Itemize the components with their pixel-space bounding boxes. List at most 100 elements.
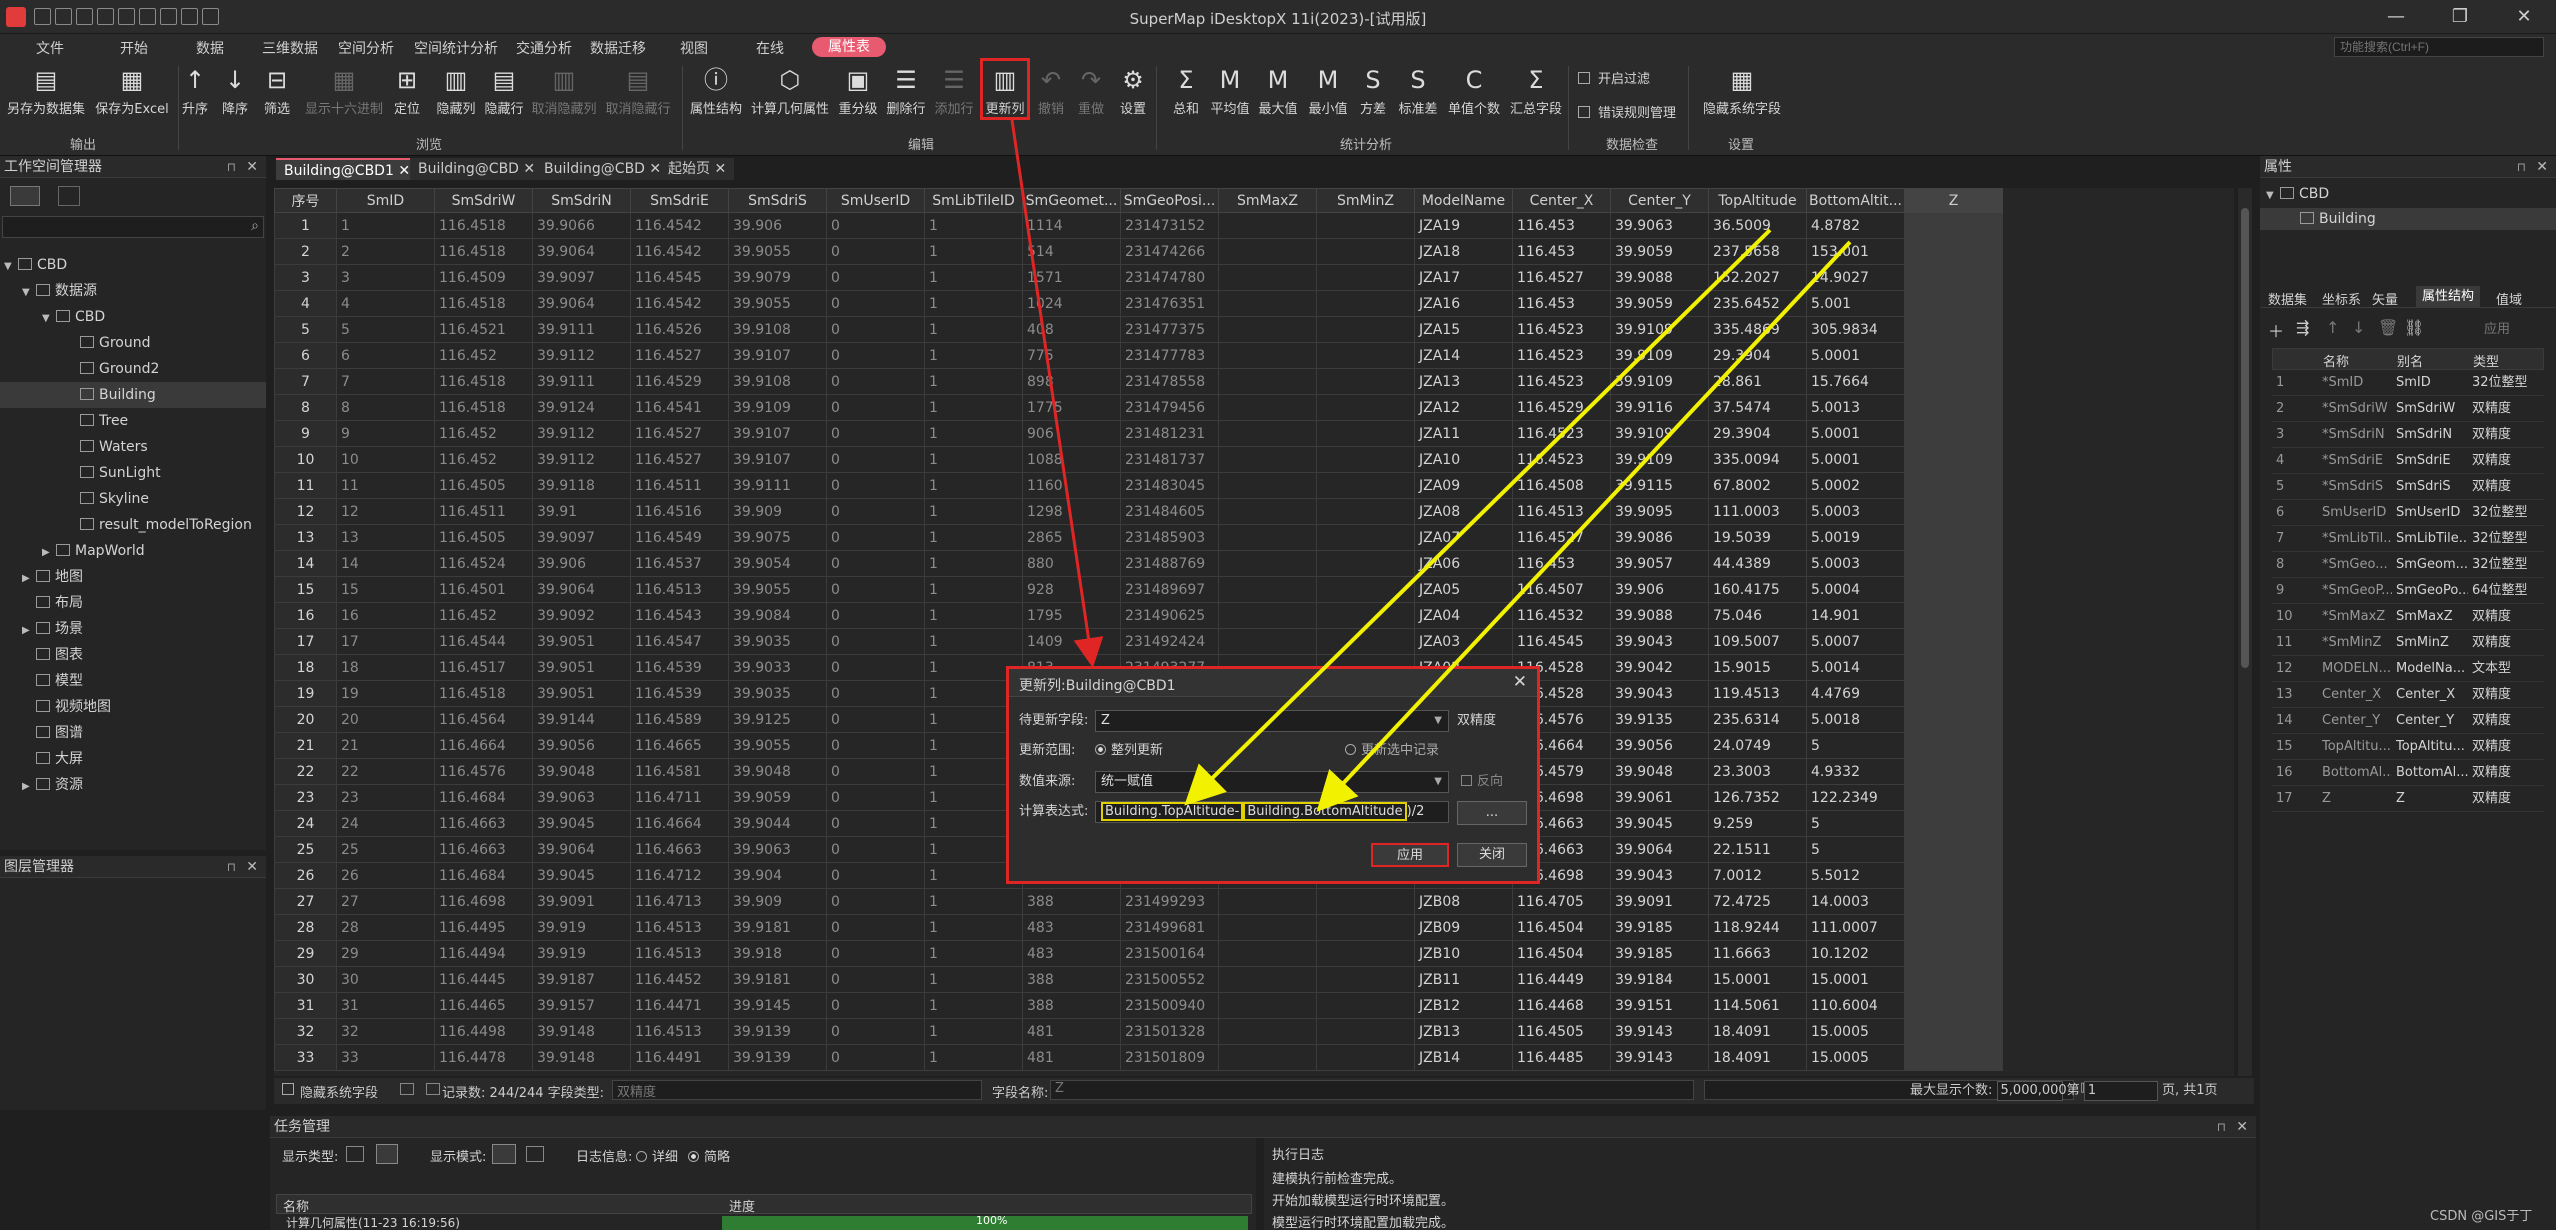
table-cell[interactable]: 5.0014	[1806, 654, 1905, 681]
table-cell[interactable]: 15	[336, 576, 435, 603]
table-cell[interactable]: 116.4449	[1512, 966, 1611, 993]
table-cell[interactable]: 481	[1022, 1018, 1121, 1045]
table-cell[interactable]: 235.6314	[1708, 706, 1807, 733]
table-cell[interactable]: 1	[924, 914, 1023, 941]
table-cell[interactable]: 75.046	[1708, 602, 1807, 629]
table-cell[interactable]: 5.0003	[1806, 550, 1905, 577]
close-button[interactable]: 关闭	[1457, 843, 1527, 867]
table-cell[interactable]: 39.9125	[728, 706, 827, 733]
tab-attribute-table[interactable]: 属性表	[812, 37, 886, 57]
table-cell[interactable]: 116.4526	[630, 316, 729, 343]
table-cell[interactable]: 11	[274, 472, 337, 499]
table-cell[interactable]: 7.0012	[1708, 862, 1807, 889]
table-cell[interactable]: 39.9056	[532, 732, 631, 759]
table-cell[interactable]: 22	[274, 758, 337, 785]
table-cell[interactable]	[1904, 576, 2003, 603]
table-cell[interactable]: 39.9139	[728, 1018, 827, 1045]
table-cell[interactable]: 114.5061	[1708, 992, 1807, 1019]
table-cell[interactable]: 24	[336, 810, 435, 837]
column-header[interactable]: 序号	[274, 188, 337, 213]
table-cell[interactable]: 1	[924, 524, 1023, 551]
table-cell[interactable]: 39.9064	[532, 576, 631, 603]
struct-row[interactable]: 16 BottomAl... BottomAl... 双精度	[2272, 760, 2544, 786]
table-cell[interactable]: 126.7352	[1708, 784, 1807, 811]
grid-mode-icon[interactable]	[492, 1144, 516, 1164]
table-cell[interactable]	[1218, 420, 1317, 447]
table-cell[interactable]	[1316, 628, 1415, 655]
move-up-icon[interactable]: ↑	[2326, 318, 2339, 337]
reclass-button[interactable]: ▣ 重分级	[836, 60, 880, 117]
table-cell[interactable]: 28.861	[1708, 368, 1807, 395]
table-cell[interactable]: 39.9045	[532, 810, 631, 837]
table-cell[interactable]: 1	[924, 238, 1023, 265]
page-input[interactable]: 1	[2083, 1080, 2158, 1101]
table-cell[interactable]	[1218, 342, 1317, 369]
table-cell[interactable]: 116.4543	[630, 602, 729, 629]
struct-row[interactable]: 6 SmUserID SmUserID 32位整型	[2272, 500, 2544, 526]
table-cell[interactable]: 39.9143	[1610, 1044, 1709, 1071]
struct-row[interactable]: 5 *SmSdriS SmSdriS 双精度	[2272, 474, 2544, 500]
table-cell[interactable]: 5.0003	[1806, 498, 1905, 525]
table-cell[interactable]: 39.9059	[1610, 290, 1709, 317]
table-cell[interactable]: 116.4527	[630, 342, 729, 369]
table-cell[interactable]	[1316, 420, 1415, 447]
table-row[interactable]: 5 5 116.4521 39.9111 116.4526 39.9108 0 1 408 231…	[274, 316, 2003, 343]
table-cell[interactable]: 116.4698	[434, 888, 533, 915]
add-field-icon[interactable]: ＋	[2268, 318, 2284, 342]
table-cell[interactable]: 39.9145	[728, 992, 827, 1019]
table-cell[interactable]: 17	[336, 628, 435, 655]
scope-selected-radio[interactable]: 更新选中记录	[1345, 740, 1439, 762]
table-cell[interactable]: 0	[826, 602, 925, 629]
table-cell[interactable]: 39.906	[728, 212, 827, 239]
table-cell[interactable]: 39.9181	[728, 914, 827, 941]
table-cell[interactable]: 39.9109	[1610, 368, 1709, 395]
table-cell[interactable]	[1904, 732, 2003, 759]
table-cell[interactable]: 36.5009	[1708, 212, 1807, 239]
table-cell[interactable]: 15.0001	[1708, 966, 1807, 993]
table-cell[interactable]: 116.4542	[630, 212, 729, 239]
table-cell[interactable]: 39.9157	[532, 992, 631, 1019]
table-cell[interactable]: 116.4545	[1512, 628, 1611, 655]
table-cell[interactable]: 39.9059	[1610, 238, 1709, 265]
table-cell[interactable]: 39.9051	[532, 654, 631, 681]
table-cell[interactable]: 0	[826, 342, 925, 369]
table-cell[interactable]: 5.0018	[1806, 706, 1905, 733]
table-cell[interactable]: 18.4091	[1708, 1044, 1807, 1071]
tree-item-dashboards[interactable]: 大屏	[22, 746, 83, 772]
table-cell[interactable]	[1316, 316, 1415, 343]
table-cell[interactable]: 39.9108	[728, 316, 827, 343]
table-cell[interactable]	[1904, 264, 2003, 291]
table-cell[interactable]: 23	[274, 784, 337, 811]
table-cell[interactable]: 39.9115	[1610, 472, 1709, 499]
table-cell[interactable]	[1218, 992, 1317, 1019]
table-cell[interactable]: JZA06	[1414, 550, 1513, 577]
doc-tab-building-cbd-2[interactable]: Building@CBD ✕	[536, 158, 670, 180]
prop-tree-building[interactable]: Building	[2260, 208, 2556, 230]
struct-row[interactable]: 11 *SmMinZ SmMinZ 双精度	[2272, 630, 2544, 656]
table-cell[interactable]	[1904, 368, 2003, 395]
table-cell[interactable]: 231501809	[1120, 1044, 1219, 1071]
table-cell[interactable]: 39.9118	[532, 472, 631, 499]
table-cell[interactable]: 5.0001	[1806, 446, 1905, 473]
table-cell[interactable]: 0	[826, 316, 925, 343]
tree-item-result[interactable]: result_modelToRegion	[80, 512, 252, 538]
table-cell[interactable]: 1298	[1022, 498, 1121, 525]
table-cell[interactable]: 39.909	[728, 498, 827, 525]
table-cell[interactable]: 26	[336, 862, 435, 889]
table-cell[interactable]: 116.4684	[434, 784, 533, 811]
tree-item-mapworld[interactable]: ▶ MapWorld	[42, 538, 145, 564]
table-cell[interactable]: 14	[274, 550, 337, 577]
table-cell[interactable]: 1	[924, 1018, 1023, 1045]
table-cell[interactable]: JZA09	[1414, 472, 1513, 499]
table-cell[interactable]: 39.9097	[532, 524, 631, 551]
table-cell[interactable]	[1316, 498, 1415, 525]
insert-field-icon[interactable]: ⇶	[2296, 318, 2309, 337]
table-cell[interactable]: 22.1511	[1708, 836, 1807, 863]
table-row[interactable]: 29 29 116.4494 39.919 116.4513 39.918 0 1 483 231…	[274, 940, 2003, 967]
table-cell[interactable]	[1218, 966, 1317, 993]
table-cell[interactable]: JZA05	[1414, 576, 1513, 603]
table-cell[interactable]: 0	[826, 810, 925, 837]
table-cell[interactable]	[1316, 290, 1415, 317]
table-cell[interactable]: 231474780	[1120, 264, 1219, 291]
table-cell[interactable]: 19	[336, 680, 435, 707]
